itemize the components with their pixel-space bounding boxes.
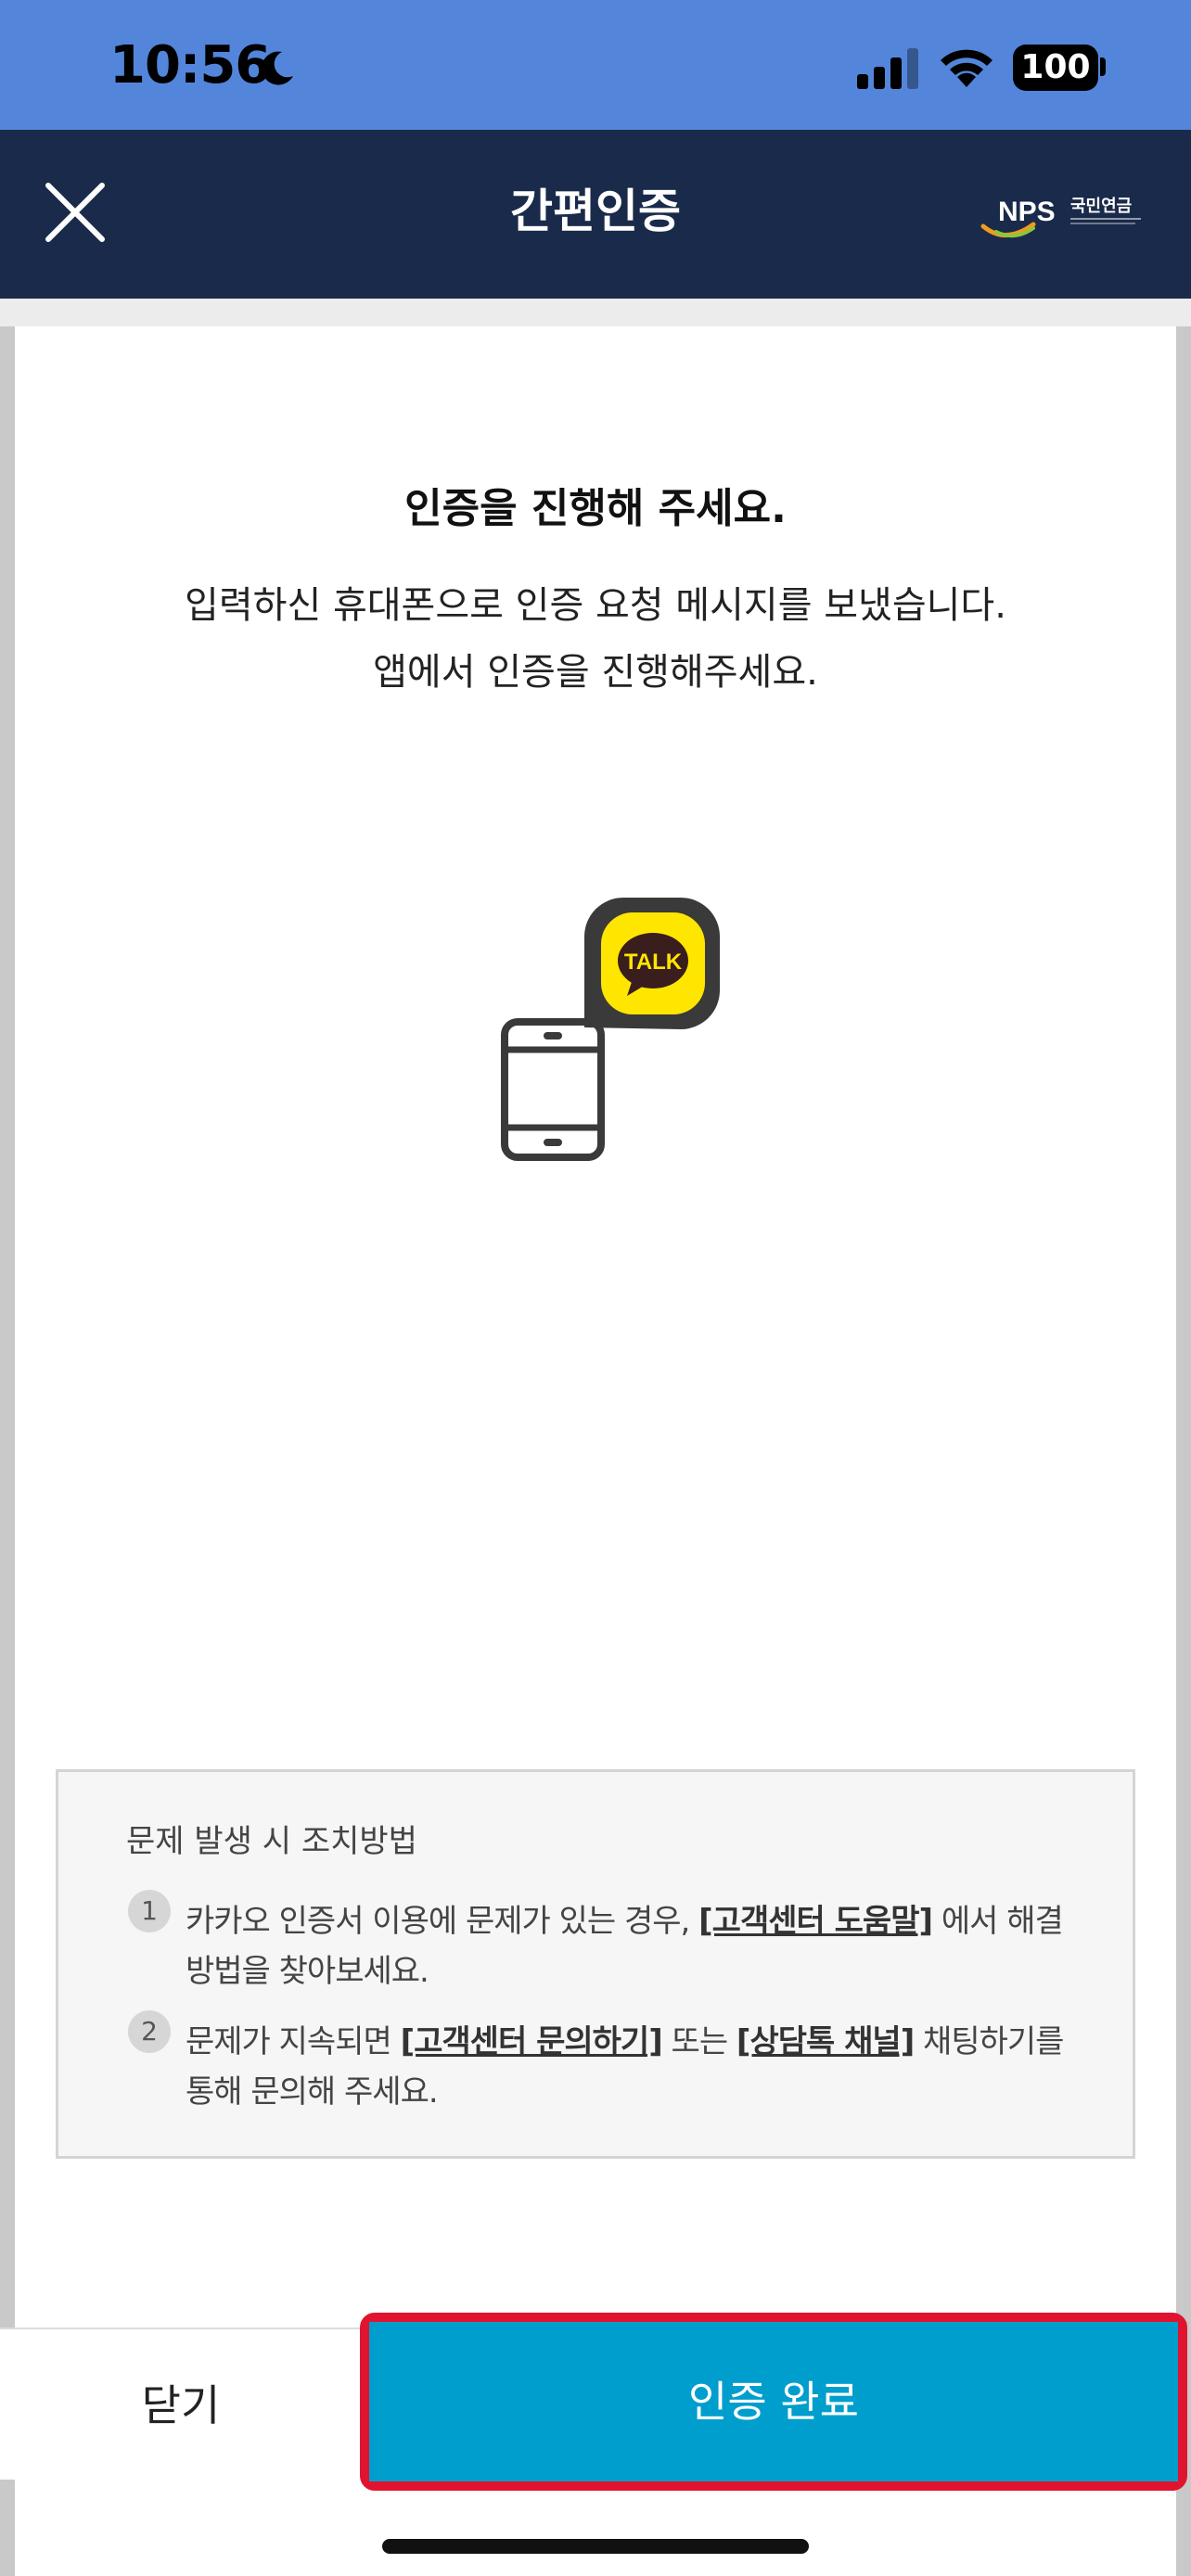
help-item-2-text-middle: 또는 bbox=[661, 2023, 736, 2060]
wifi-icon bbox=[941, 49, 992, 87]
help-item-1-text-after: 에서 해결 bbox=[932, 1903, 1064, 1940]
battery-icon: 100 bbox=[1013, 45, 1098, 91]
help-item-2-line1: 문제가 지속되면 [고객센터 문의하기] 또는 [상담톡 채널] 채팅하기를 bbox=[186, 2016, 1064, 2061]
svg-text:NPS: NPS bbox=[998, 197, 1056, 227]
nps-logo: NPS 국민연금 bbox=[980, 197, 1141, 238]
customer-center-help-link[interactable]: [고객센터 도움말] bbox=[698, 1903, 933, 1940]
help-item-2-text: 문제가 지속되면 bbox=[186, 2023, 401, 2060]
help-item-2-line2: 통해 문의해 주세요. bbox=[186, 2073, 439, 2111]
help-item-1-text: 카카오 인증서 이용에 문제가 있는 경우, bbox=[186, 1903, 699, 1940]
battery-nub bbox=[1100, 57, 1106, 76]
help-item-1-line1: 카카오 인증서 이용에 문제가 있는 경우, [고객센터 도움말] 에서 해결 bbox=[186, 1895, 1064, 1941]
status-bar: 10:56 100 bbox=[0, 0, 1191, 130]
step-number-badge: 1 bbox=[128, 1890, 171, 1932]
auth-complete-button[interactable]: 인증 완료 bbox=[369, 2322, 1178, 2481]
close-button[interactable]: 닫기 bbox=[0, 2327, 362, 2480]
customer-center-inquiry-link[interactable]: [고객센터 문의하기] bbox=[401, 2023, 663, 2060]
help-item-1-line2: 방법을 찾아보세요. bbox=[186, 1953, 429, 1990]
help-title: 문제 발생 시 조치방법 bbox=[126, 1823, 417, 1860]
screen: 10:56 100 간편인증 NPS 국민연금 인증을 진행해 주세요. 입력하… bbox=[0, 0, 1191, 2576]
talk-badge-text: TALK bbox=[624, 950, 683, 975]
signal-icon bbox=[857, 48, 918, 89]
consult-talk-channel-link[interactable]: [상담톡 채널] bbox=[736, 2023, 915, 2060]
auth-description-line2: 앱에서 인증을 진행해주세요. bbox=[373, 651, 818, 694]
help-item-2-text-after: 채팅하기를 bbox=[914, 2023, 1064, 2060]
kakaotalk-icon: TALK bbox=[584, 898, 720, 1029]
step-number-badge: 2 bbox=[128, 2010, 171, 2053]
header-divider-strip bbox=[0, 299, 1191, 326]
moon-icon bbox=[262, 51, 293, 85]
phone-kakaotalk-illustration: TALK bbox=[501, 898, 720, 1161]
smartphone-icon bbox=[501, 1018, 605, 1161]
status-time: 10:56 bbox=[109, 35, 271, 96]
auth-description-line1: 입력하신 휴대폰으로 인증 요청 메시지를 보냈습니다. bbox=[185, 584, 1006, 627]
svg-text:국민연금: 국민연금 bbox=[1070, 197, 1132, 216]
home-indicator bbox=[382, 2539, 809, 2554]
auth-heading: 인증을 진행해 주세요. bbox=[404, 485, 787, 532]
